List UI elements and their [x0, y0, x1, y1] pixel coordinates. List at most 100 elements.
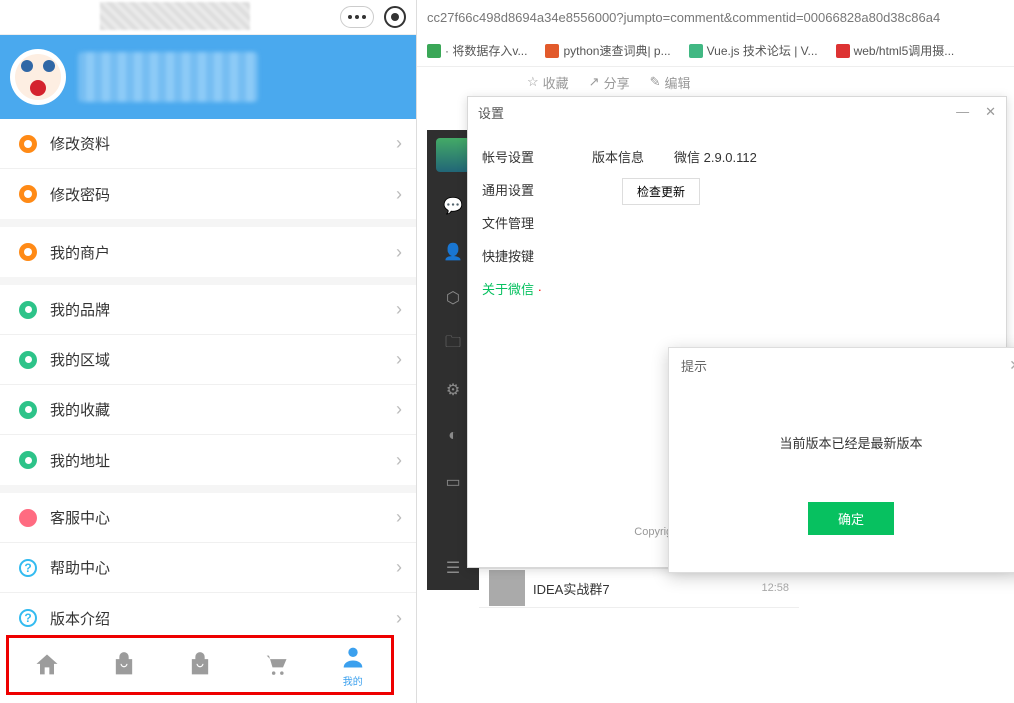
prompt-dialog: 提示 ✕ 当前版本已经是最新版本 确定 — [668, 347, 1014, 573]
files-icon[interactable]: 🗀 — [441, 332, 465, 356]
bookmark-item[interactable]: · 将数据存入v... — [427, 42, 527, 59]
chevron-right-icon: › — [396, 184, 402, 205]
menu-label: 我的品牌 — [50, 299, 396, 320]
settings-icon[interactable]: ⚙ — [441, 378, 465, 402]
prompt-title: 提示 — [681, 356, 707, 375]
menu-item-my-region[interactable]: 我的区域› — [0, 335, 416, 385]
edit-profile-icon — [19, 135, 37, 153]
profile-header — [0, 35, 416, 119]
chevron-right-icon: › — [396, 450, 402, 471]
tab-mine[interactable]: 我的 — [339, 643, 367, 688]
menu-label: 客服中心 — [50, 507, 396, 528]
bookmark-label: web/html5调用摄... — [854, 42, 955, 59]
chevron-right-icon: › — [396, 399, 402, 420]
chevron-right-icon: › — [396, 507, 402, 528]
username-blur — [78, 52, 258, 102]
chat-name: IDEA实战群7 — [533, 579, 753, 598]
chevron-right-icon: › — [396, 242, 402, 263]
chevron-right-icon: › — [396, 557, 402, 578]
my-region-icon — [19, 351, 37, 369]
menu-label: 我的收藏 — [50, 399, 396, 420]
menu-list: 修改资料›修改密码›我的商户›我的品牌›我的区域›我的收藏›我的地址›客服中心›… — [0, 119, 416, 643]
page-toolbar: ☆ 收藏 ↗ 分享 ✎ 编辑 — [417, 67, 1014, 97]
menu-item-support[interactable]: 客服中心› — [0, 493, 416, 543]
browser-area: cc27f66c498d8694a34e8556000?jumpto=comme… — [417, 0, 1014, 703]
bookmark-item[interactable]: Vue.js 技术论坛 | V... — [689, 42, 818, 59]
help-icon: ? — [19, 559, 37, 577]
share-button[interactable]: ↗ 分享 — [589, 73, 630, 92]
settings-title: 设置 — [478, 103, 504, 122]
menu-label: 我的地址 — [50, 450, 396, 471]
menu-label: 我的商户 — [50, 242, 396, 263]
phone-icon[interactable]: ▭ — [441, 470, 465, 494]
menu-label: 版本介绍 — [50, 608, 396, 629]
favorite-button[interactable]: ☆ 收藏 — [527, 73, 569, 92]
bookmarks-bar: · 将数据存入v... python速查词典| p... Vue.js 技术论坛 |… — [417, 35, 1014, 67]
edit-button[interactable]: ✎ 编辑 — [650, 73, 691, 92]
close-icon[interactable]: ✕ — [985, 104, 996, 120]
bookmark-favicon — [689, 44, 703, 58]
wechat-avatar[interactable] — [436, 138, 470, 172]
edit-password-icon — [19, 185, 37, 203]
chat-list-item[interactable]: IDEA实战群7 12:58 — [479, 568, 799, 608]
bookmark-favicon — [427, 44, 441, 58]
menu-label: 修改资料 — [50, 133, 396, 154]
tab-bag1[interactable] — [110, 651, 138, 679]
my-favorites-icon — [19, 401, 37, 419]
bookmark-item[interactable]: web/html5调用摄... — [836, 42, 955, 59]
group-avatar-icon — [489, 570, 525, 606]
support-icon — [19, 509, 37, 527]
prompt-message: 当前版本已经是最新版本 — [669, 382, 1014, 502]
chat-time: 12:58 — [761, 582, 789, 594]
my-address-icon — [19, 451, 37, 469]
menu-item-my-brand[interactable]: 我的品牌› — [0, 285, 416, 335]
menu-label: 帮助中心 — [50, 557, 396, 578]
prompt-ok-button[interactable]: 确定 — [808, 502, 894, 535]
mini-program-topbar — [0, 0, 416, 35]
chevron-right-icon: › — [396, 608, 402, 629]
settings-nav-shortcuts[interactable]: 快捷按键 — [482, 246, 572, 265]
bookmark-item[interactable]: python速查词典| p... — [545, 42, 670, 59]
settings-nav-about[interactable]: 关于微信 · — [482, 279, 572, 298]
bookmark-label: python速查词典| p... — [563, 42, 670, 59]
prompt-close-icon[interactable]: ✕ — [1009, 357, 1014, 374]
menu-item-edit-password[interactable]: 修改密码› — [0, 169, 416, 219]
settings-nav-files[interactable]: 文件管理 — [482, 213, 572, 232]
my-merchant-icon — [19, 243, 37, 261]
settings-nav: 帐号设置通用设置文件管理快捷按键关于微信 · — [482, 147, 572, 507]
more-icon[interactable] — [340, 6, 374, 28]
bookmark-label: Vue.js 技术论坛 | V... — [707, 42, 818, 59]
menu-icon[interactable]: ☰ — [441, 556, 465, 580]
menu-item-help[interactable]: ? 帮助中心› — [0, 543, 416, 593]
title-blur — [100, 2, 250, 30]
settings-titlebar: 设置 — ✕ — [468, 97, 1006, 127]
minimize-icon[interactable]: — — [956, 104, 969, 120]
menu-label: 修改密码 — [50, 184, 396, 205]
version-icon: ? — [19, 609, 37, 627]
menu-item-my-address[interactable]: 我的地址› — [0, 435, 416, 485]
avatar[interactable] — [10, 49, 66, 105]
chevron-right-icon: › — [396, 133, 402, 154]
contacts-icon[interactable]: 👤 — [441, 240, 465, 264]
settings-nav-account[interactable]: 帐号设置 — [482, 147, 572, 166]
favorites-icon[interactable]: ⬡ — [441, 286, 465, 310]
menu-item-my-favorites[interactable]: 我的收藏› — [0, 385, 416, 435]
chat-icon[interactable]: 💬 — [441, 194, 465, 218]
tab-bag2[interactable] — [186, 651, 214, 679]
bookmark-favicon — [545, 44, 559, 58]
menu-item-edit-profile[interactable]: 修改资料› — [0, 119, 416, 169]
version-label: 版本信息 — [592, 147, 644, 166]
moments-icon[interactable]: ◐ — [441, 424, 465, 448]
url-bar[interactable]: cc27f66c498d8694a34e8556000?jumpto=comme… — [417, 0, 1014, 35]
tab-cart[interactable] — [262, 651, 290, 679]
check-update-button[interactable]: 检查更新 — [622, 178, 700, 205]
bookmark-favicon — [836, 44, 850, 58]
my-brand-icon — [19, 301, 37, 319]
chevron-right-icon: › — [396, 349, 402, 370]
tab-home[interactable] — [33, 651, 61, 679]
menu-item-my-merchant[interactable]: 我的商户› — [0, 227, 416, 277]
close-capsule-icon[interactable] — [384, 6, 406, 28]
chevron-right-icon: › — [396, 299, 402, 320]
mobile-panel: 修改资料›修改密码›我的商户›我的品牌›我的区域›我的收藏›我的地址›客服中心›… — [0, 0, 417, 703]
settings-nav-general[interactable]: 通用设置 — [482, 180, 572, 199]
